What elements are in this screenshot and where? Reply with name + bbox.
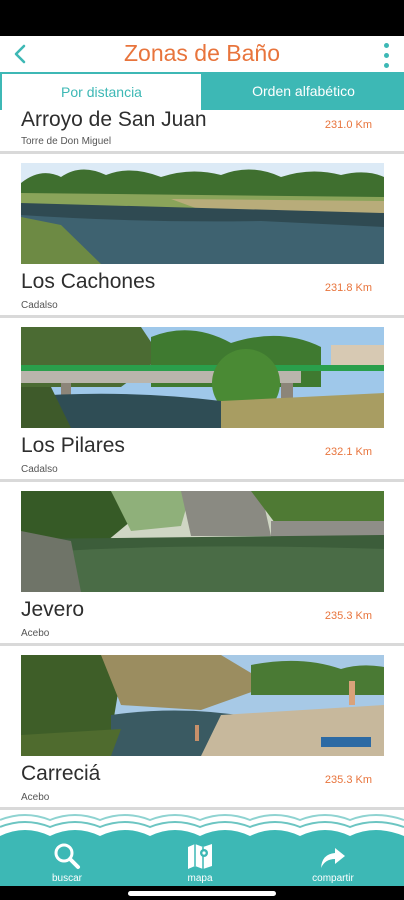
place-name: Los Pilares (21, 434, 125, 457)
place-name: Jevero (21, 598, 85, 621)
place-distance: 235.3 Km (324, 610, 372, 622)
back-button[interactable] (4, 38, 36, 70)
sort-tabs: Por distancia Orden alfabético (0, 72, 404, 110)
place-town: Cadalso (21, 464, 58, 475)
map-icon (188, 844, 212, 869)
system-home-area (0, 886, 404, 900)
list-item[interactable]: Los Cachones Cadalso 231.8 Km (0, 154, 404, 318)
share-label: compartir (312, 873, 354, 884)
place-distance: 231.8 Km (324, 282, 372, 294)
place-town: Torre de Don Miguel (21, 136, 112, 147)
place-distance: 232.1 Km (324, 446, 372, 458)
chevron-left-icon (14, 44, 26, 64)
place-town: Acebo (21, 792, 50, 803)
home-indicator[interactable] (128, 891, 276, 896)
share-icon (321, 848, 345, 868)
app-header: Zonas de Baño (0, 36, 404, 72)
place-town: Acebo (21, 628, 50, 639)
place-name: Carreciá (21, 762, 101, 785)
place-name: Arroyo de San Juan (21, 110, 207, 131)
list-item[interactable]: Jevero Acebo 235.3 Km (0, 482, 404, 646)
place-distance: 235.3 Km (324, 774, 372, 786)
share-button[interactable]: compartir (298, 838, 368, 884)
list-item[interactable]: Los Pilares Cadalso 232.1 Km (0, 318, 404, 482)
place-distance: 231.0 Km (324, 119, 372, 131)
more-vertical-icon (383, 42, 389, 48)
place-town: Cadalso (21, 300, 58, 311)
tab-by-distance[interactable]: Por distancia (0, 72, 203, 110)
place-photo (21, 327, 384, 428)
map-button[interactable]: mapa (165, 838, 235, 884)
more-options-button[interactable] (378, 40, 394, 70)
places-list[interactable]: Arroyo de San Juan Torre de Don Miguel 2… (0, 110, 404, 810)
bottom-nav: buscar mapa compartir (0, 810, 404, 886)
search-label: buscar (51, 873, 82, 884)
tab-alphabetical[interactable]: Orden alfabético (203, 72, 404, 110)
status-bar (0, 0, 404, 36)
search-button[interactable]: buscar (32, 838, 102, 884)
search-icon (54, 843, 80, 869)
list-item[interactable]: Arroyo de San Juan Torre de Don Miguel 2… (0, 110, 404, 154)
place-name: Los Cachones (21, 270, 156, 293)
place-photo (21, 655, 384, 756)
place-photo (21, 491, 384, 592)
place-photo (21, 163, 384, 264)
list-item[interactable]: Carreciá Acebo 235.3 Km (0, 646, 404, 810)
map-label: mapa (187, 873, 213, 884)
page-title: Zonas de Baño (123, 40, 280, 66)
